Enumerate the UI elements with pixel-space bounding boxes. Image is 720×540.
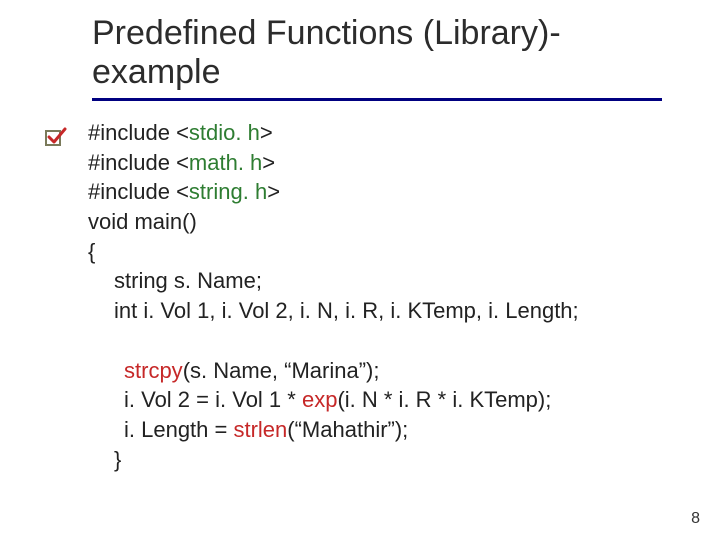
page-number: 8 — [691, 510, 700, 528]
code-line-include-math: #include <math. h> — [88, 148, 678, 178]
text: i. Length = — [124, 417, 233, 442]
slide-title-line2: example — [92, 53, 692, 92]
lib-math: math. h — [189, 150, 262, 175]
text: (s. Name, “Marina”); — [183, 358, 380, 383]
code-line-blank — [88, 326, 678, 356]
text: (i. N * i. R * i. KTemp); — [337, 387, 551, 412]
code-line-brace-open: { — [88, 237, 678, 267]
bullet-box-icon — [44, 126, 68, 150]
code-line-decl-string: string s. Name; — [88, 266, 678, 296]
code-line-strcpy: strcpy(s. Name, “Marina”); — [88, 356, 678, 386]
code-line-main: void main() — [88, 207, 678, 237]
code-line-brace-close: } — [88, 445, 678, 475]
text: > — [260, 120, 273, 145]
code-line-include-stdio: #include <stdio. h> — [88, 118, 678, 148]
text: #include < — [88, 150, 189, 175]
code-line-exp: i. Vol 2 = i. Vol 1 * exp(i. N * i. R * … — [88, 385, 678, 415]
text: #include < — [88, 120, 189, 145]
code-line-strlen: i. Length = strlen(“Mahathir”); — [88, 415, 678, 445]
slide: Predefined Functions (Library)- example … — [0, 0, 720, 540]
fn-strlen: strlen — [233, 417, 287, 442]
fn-exp: exp — [302, 387, 337, 412]
text: (“Mahathir”); — [287, 417, 408, 442]
code-line-include-string: #include <string. h> — [88, 177, 678, 207]
lib-string: string. h — [189, 179, 267, 204]
fn-strcpy: strcpy — [124, 358, 183, 383]
lib-stdio: stdio. h — [189, 120, 260, 145]
slide-title-block: Predefined Functions (Library)- example — [92, 14, 692, 101]
text: #include < — [88, 179, 189, 204]
title-underline — [92, 98, 662, 101]
slide-title-line1: Predefined Functions (Library)- — [92, 14, 692, 53]
text: > — [262, 150, 275, 175]
code-line-decl-ints: int i. Vol 1, i. Vol 2, i. N, i. R, i. K… — [88, 296, 678, 326]
text: i. Vol 2 = i. Vol 1 * — [124, 387, 302, 412]
code-block: #include <stdio. h> #include <math. h> #… — [88, 118, 678, 474]
text: > — [267, 179, 280, 204]
